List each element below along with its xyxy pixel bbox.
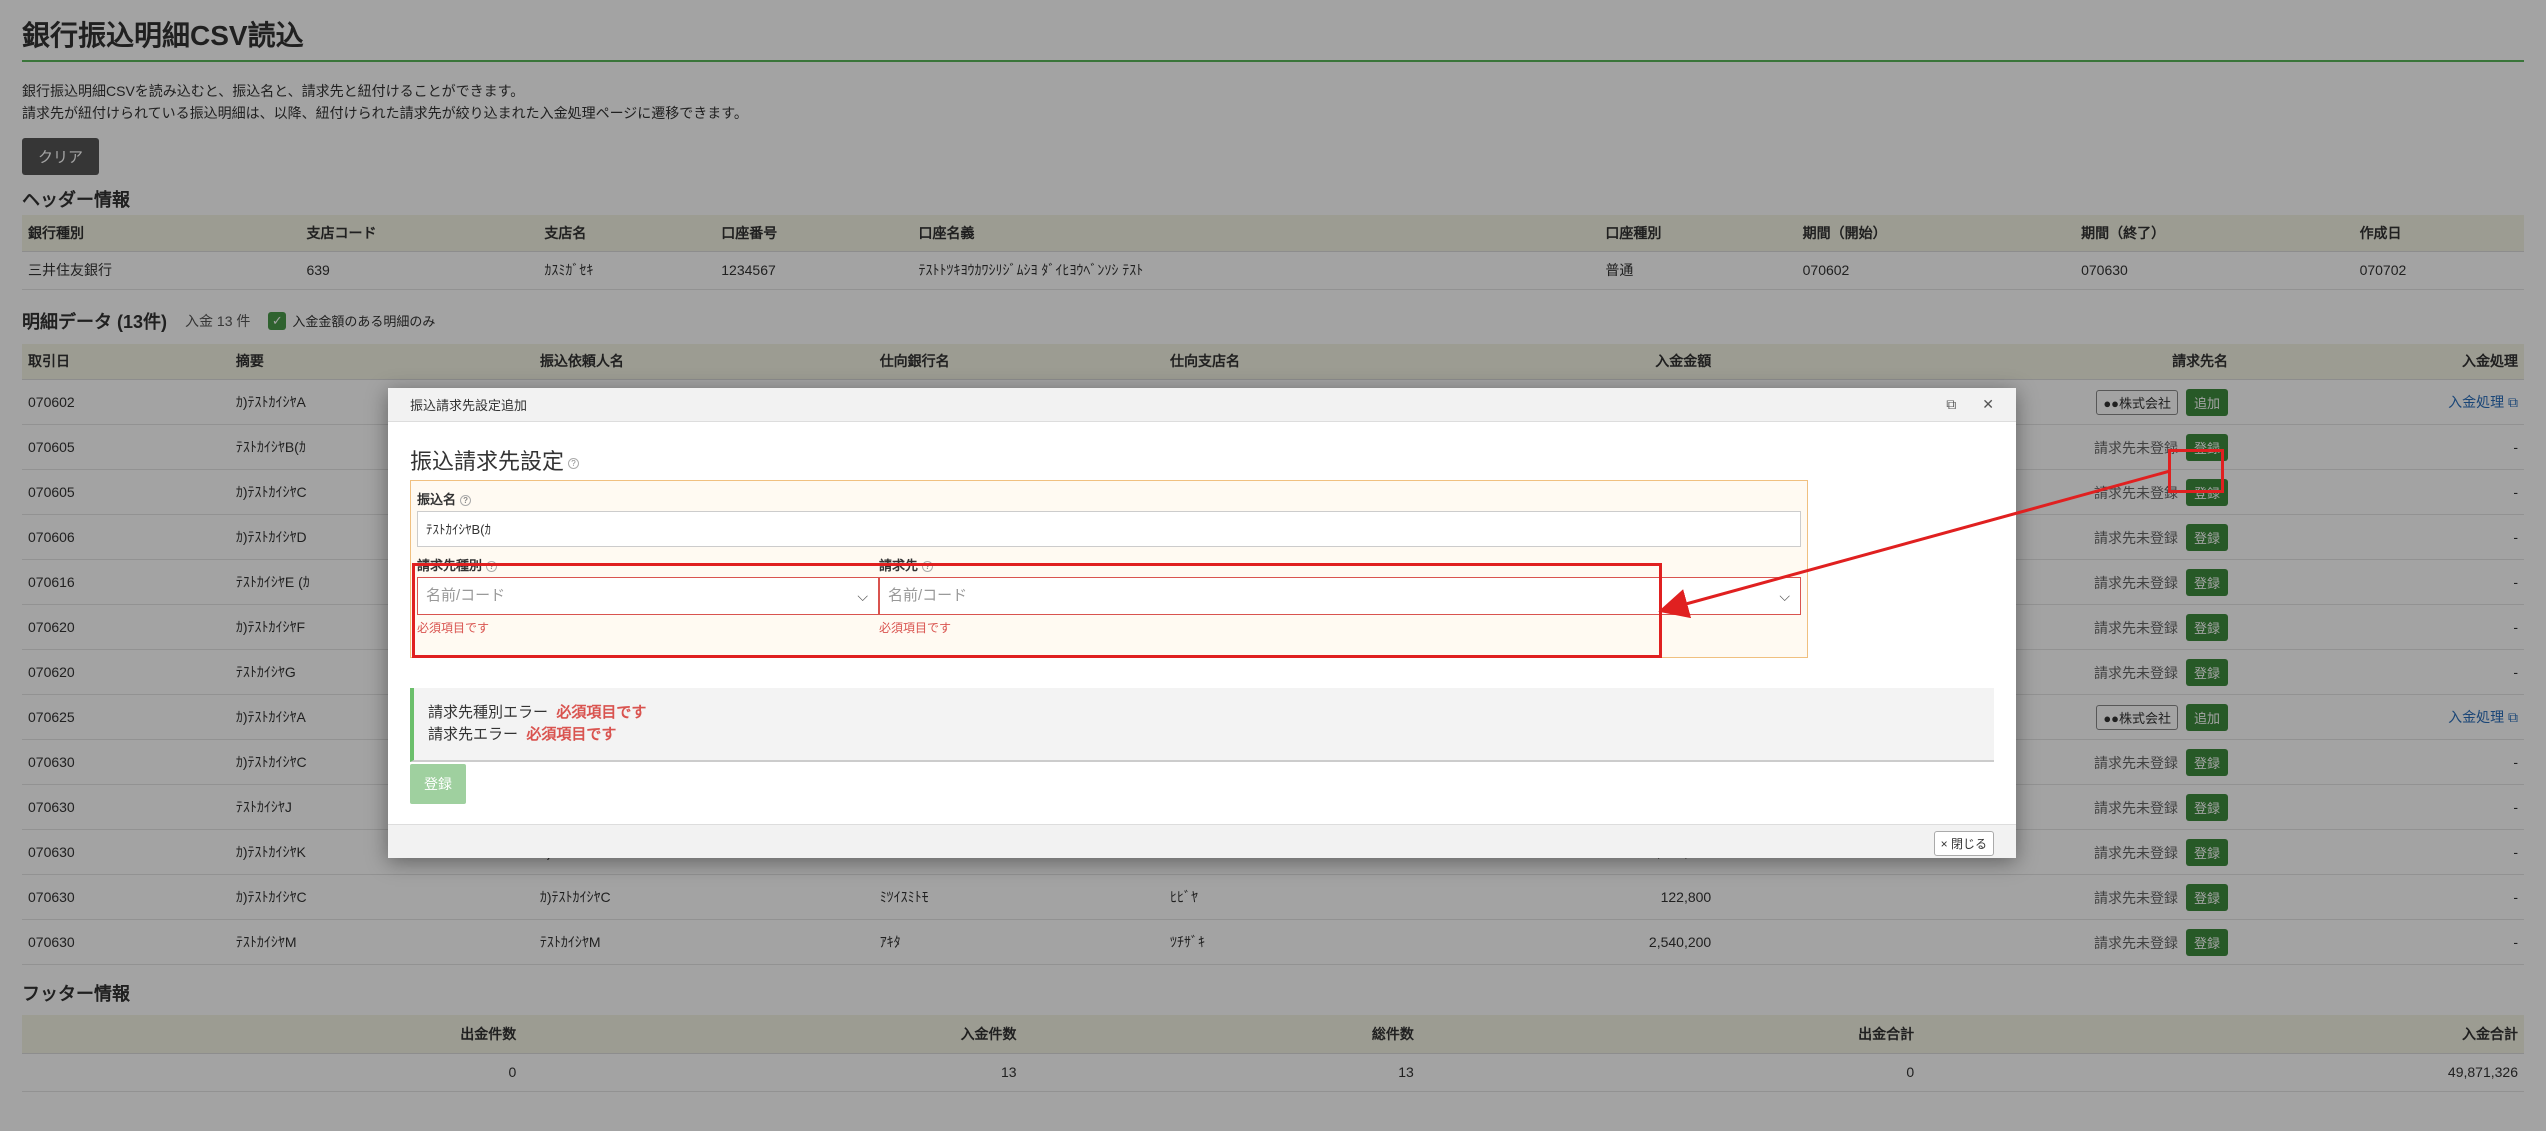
highlight-box-form: [412, 563, 1662, 658]
modal-heading-text: 振込請求先設定: [410, 449, 565, 474]
modal-heading: 振込請求先設定?: [410, 444, 1994, 474]
close-icon[interactable]: ✕: [1982, 396, 1994, 413]
help-icon[interactable]: ?: [460, 495, 472, 507]
transfer-name-input[interactable]: ﾃｽﾄｶｲｼﾔB(ｶ: [417, 511, 1801, 547]
expand-icon[interactable]: ⧉: [1946, 396, 1956, 413]
modal-window-title: 振込請求先設定追加: [410, 398, 528, 413]
help-icon[interactable]: ?: [568, 457, 580, 469]
transfer-name-label: 振込名?: [417, 489, 1801, 507]
chevron-down-icon[interactable]: ⌵: [1779, 578, 1790, 614]
error-summary-panel: 請求先種別エラー 必須項目です 請求先エラー 必須項目です: [410, 688, 1994, 762]
highlight-box-register: [2168, 449, 2224, 493]
modal-titlebar: 振込請求先設定追加 ⧉ ✕: [388, 388, 2016, 422]
modal-close-button[interactable]: × 閉じる: [1933, 831, 1994, 856]
modal-register-button[interactable]: 登録: [410, 764, 466, 804]
billing-error-line: 請求先エラー 必須項目です: [428, 726, 617, 743]
modal-footer: × 閉じる: [388, 824, 2016, 858]
billing-type-error-line: 請求先種別エラー 必須項目です: [428, 704, 647, 721]
